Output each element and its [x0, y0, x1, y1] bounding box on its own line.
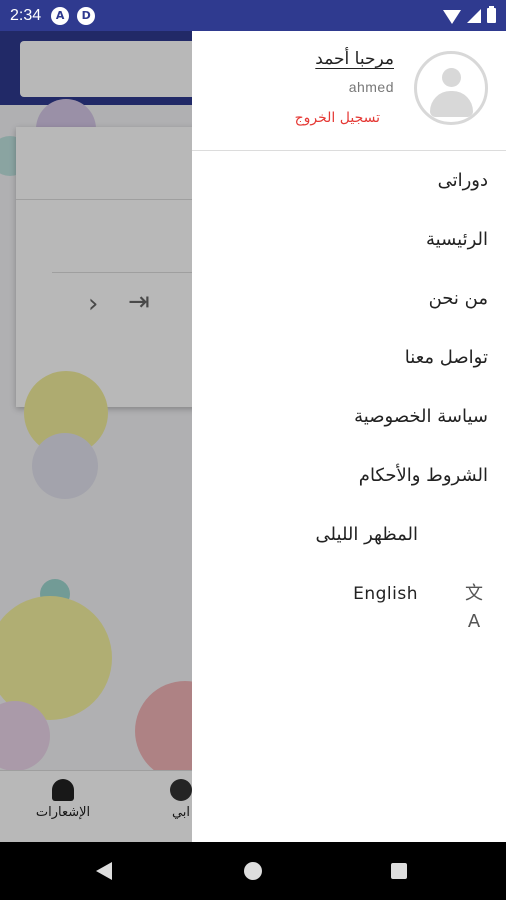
back-icon[interactable]: [96, 862, 112, 880]
home-icon[interactable]: [244, 862, 262, 880]
menu-item-label: الشروط والأحكام: [358, 465, 488, 486]
menu-item-label: سياسة الخصوصية: [354, 406, 488, 427]
logout-link[interactable]: تسجيل الخروج: [295, 110, 380, 126]
menu-item-label: English: [353, 583, 418, 604]
notification-d-icon: D: [77, 6, 96, 25]
menu-item-terms[interactable]: الشروط والأحكام: [192, 446, 506, 505]
menu-item-label: المظهر الليلى: [315, 524, 418, 545]
menu-item-my-courses[interactable]: دوراتى: [192, 151, 506, 210]
wifi-icon: [443, 9, 461, 24]
navigation-drawer: مرحبا أحمد ahmed تسجيل الخروج دوراتى الر…: [192, 31, 506, 842]
menu-item-contact-us[interactable]: تواصل معنا: [192, 328, 506, 387]
menu-item-privacy-policy[interactable]: سياسة الخصوصية: [192, 387, 506, 446]
welcome-text[interactable]: مرحبا أحمد: [315, 49, 394, 69]
menu-item-label: من نحن: [428, 288, 488, 309]
moon-icon: [460, 521, 488, 549]
battery-icon: [487, 6, 496, 23]
menu-item-home[interactable]: الرئيسية: [192, 210, 506, 269]
menu-item-dark-mode[interactable]: المظهر الليلى: [192, 505, 506, 564]
avatar-head: [442, 68, 461, 87]
notification-a-icon: A: [51, 6, 70, 25]
avatar[interactable]: [414, 51, 488, 125]
menu-item-about-us[interactable]: من نحن: [192, 269, 506, 328]
signal-icon: [467, 8, 481, 23]
translate-icon: 文A: [465, 582, 483, 632]
system-nav-bar: [0, 842, 506, 900]
menu-item-label: الرئيسية: [426, 229, 488, 250]
menu-item-language[interactable]: 文A English: [192, 564, 506, 632]
username-text: ahmed: [348, 79, 394, 95]
menu-item-label: دوراتى: [437, 170, 488, 191]
status-time: 2:34: [10, 6, 42, 24]
recent-apps-icon[interactable]: [391, 863, 407, 879]
avatar-body: [430, 91, 473, 117]
drawer-menu: دوراتى الرئيسية من نحن تواصل معنا سياسة …: [192, 151, 506, 632]
menu-item-label: تواصل معنا: [404, 347, 488, 368]
drawer-header: مرحبا أحمد ahmed تسجيل الخروج: [192, 31, 506, 151]
status-bar: 2:34 A D: [0, 0, 506, 31]
